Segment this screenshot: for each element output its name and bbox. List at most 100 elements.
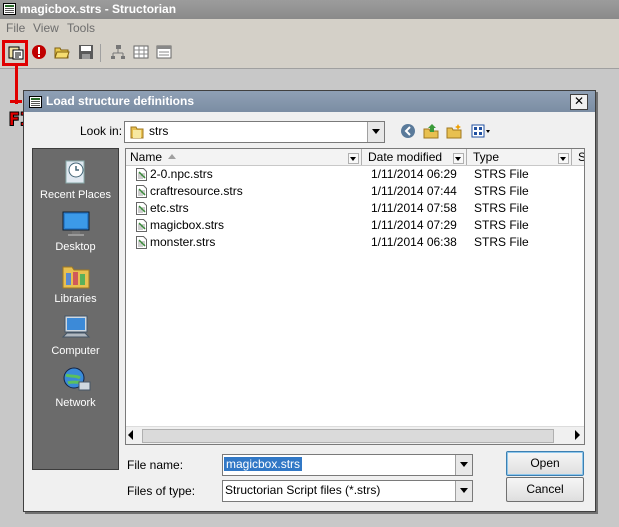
window-titlebar: magicbox.strs - Structorian — [0, 0, 619, 19]
load-structure-dialog: Load structure definitions ✕ Look in: st… — [23, 90, 596, 512]
table-view-icon[interactable] — [156, 44, 172, 60]
menu-bar: File View Tools — [0, 19, 619, 38]
column-date-label: Date modified — [368, 150, 443, 164]
place-label: Desktop — [55, 241, 96, 253]
toolbar — [0, 38, 619, 69]
place-computer[interactable]: Computer — [33, 313, 118, 357]
menu-file[interactable]: File — [6, 21, 25, 35]
file-date: 1/11/2014 06:29 — [371, 167, 457, 181]
hierarchy-icon[interactable] — [110, 44, 126, 60]
file-name-value: magicbox.strs — [224, 457, 303, 471]
network-icon — [63, 367, 90, 391]
place-desktop[interactable]: Desktop — [33, 209, 118, 253]
file-type: STRS File — [474, 167, 529, 181]
file-name-input[interactable]: magicbox.strs — [222, 454, 473, 476]
open-button[interactable]: Open — [506, 451, 584, 476]
annotation-pointer-line — [15, 66, 18, 104]
column-name-label: Name — [130, 150, 163, 164]
desktop-icon — [62, 211, 89, 236]
open-folder-icon[interactable] — [54, 44, 70, 60]
scroll-left-icon[interactable] — [128, 430, 133, 440]
cancel-button[interactable]: Cancel — [506, 477, 584, 502]
script-file-icon — [136, 236, 147, 249]
column-date-modified[interactable]: Date modified — [364, 149, 467, 165]
script-file-icon — [136, 219, 147, 232]
column-filter-dropdown[interactable] — [453, 153, 464, 164]
file-type: STRS File — [474, 235, 529, 249]
menu-view[interactable]: View — [33, 21, 59, 35]
script-file-icon — [136, 185, 147, 198]
look-in-combo[interactable]: strs — [124, 121, 385, 143]
place-libraries[interactable]: Libraries — [33, 261, 118, 305]
column-type[interactable]: Type — [469, 149, 572, 165]
file-name: craftresource.strs — [150, 184, 243, 198]
file-date: 1/11/2014 07:29 — [371, 218, 457, 232]
computer-icon — [61, 315, 90, 338]
toolbar-separator — [100, 44, 101, 62]
file-type-label: Files of type: — [127, 484, 196, 498]
sort-ascending-icon — [168, 154, 176, 159]
place-label: Libraries — [54, 293, 97, 305]
file-row[interactable]: 2-0.npc.strs 1/11/2014 06:29 STRS File — [126, 166, 584, 183]
place-label: Recent Places — [40, 189, 111, 201]
window-title: magicbox.strs - Structorian — [20, 2, 177, 16]
app-icon — [3, 3, 16, 15]
file-row[interactable]: magicbox.strs 1/11/2014 07:29 STRS File — [126, 217, 584, 234]
file-type: STRS File — [474, 218, 529, 232]
file-row[interactable]: craftresource.strs 1/11/2014 07:44 STRS … — [126, 183, 584, 200]
file-name: magicbox.strs — [150, 218, 225, 232]
horizontal-scrollbar[interactable] — [126, 426, 584, 444]
scroll-right-icon[interactable] — [575, 430, 580, 440]
folder-icon — [130, 126, 144, 139]
up-folder-icon[interactable] — [423, 123, 439, 139]
stop-icon[interactable] — [31, 44, 47, 60]
libraries-icon — [62, 266, 89, 289]
annotation-highlight-box — [2, 40, 28, 66]
place-recent-places[interactable]: Recent Places — [33, 157, 118, 201]
back-icon[interactable] — [400, 123, 416, 139]
close-button[interactable]: ✕ — [570, 94, 588, 110]
script-file-icon — [136, 202, 147, 215]
file-name: etc.strs — [150, 201, 189, 215]
dialog-title: Load structure definitions — [46, 94, 195, 108]
column-name[interactable]: Name — [126, 149, 362, 165]
file-list[interactable]: Name Date modified Type S 2-0.npc.strs 1… — [125, 148, 585, 445]
look-in-value: strs — [149, 124, 169, 138]
menu-tools[interactable]: Tools — [67, 21, 95, 35]
file-type-select[interactable]: Structorian Script files (*.strs) — [222, 480, 473, 502]
chevron-down-icon[interactable] — [455, 481, 472, 501]
file-type: STRS File — [474, 201, 529, 215]
scrollbar-thumb[interactable] — [142, 429, 554, 443]
file-date: 1/11/2014 07:44 — [371, 184, 457, 198]
chevron-down-icon[interactable] — [367, 122, 384, 142]
file-row[interactable]: etc.strs 1/11/2014 07:58 STRS File — [126, 200, 584, 217]
place-label: Network — [55, 397, 96, 409]
look-in-label: Look in: — [80, 124, 123, 138]
place-label: Computer — [51, 345, 100, 357]
file-name: 2-0.npc.strs — [150, 167, 213, 181]
save-icon[interactable] — [78, 44, 94, 60]
script-file-icon — [136, 168, 147, 181]
file-name: monster.strs — [150, 235, 216, 249]
file-date: 1/11/2014 06:38 — [371, 235, 457, 249]
new-folder-icon[interactable] — [446, 123, 462, 139]
place-network[interactable]: Network — [33, 365, 118, 409]
column-type-label: Type — [473, 150, 500, 164]
file-type: STRS File — [474, 184, 529, 198]
file-row[interactable]: monster.strs 1/11/2014 06:38 STRS File — [126, 234, 584, 251]
column-filter-dropdown[interactable] — [558, 153, 569, 164]
column-filter-dropdown[interactable] — [348, 153, 359, 164]
recent-places-icon — [65, 160, 84, 184]
file-name-label: File name: — [127, 458, 184, 472]
grid-view-icon[interactable] — [133, 44, 149, 60]
annotation-pointer-end — [10, 100, 22, 103]
file-list-header: Name Date modified Type S — [126, 149, 584, 166]
file-type-value: Structorian Script files (*.strs) — [225, 483, 381, 497]
column-size[interactable]: S — [574, 149, 584, 165]
view-menu-icon[interactable] — [471, 123, 491, 139]
places-bar: Recent Places Desktop Libraries Computer… — [32, 148, 119, 470]
dialog-titlebar: Load structure definitions ✕ — [24, 91, 595, 112]
chevron-down-icon[interactable] — [455, 455, 472, 475]
file-date: 1/11/2014 07:58 — [371, 201, 457, 215]
column-size-label: S — [578, 150, 584, 164]
